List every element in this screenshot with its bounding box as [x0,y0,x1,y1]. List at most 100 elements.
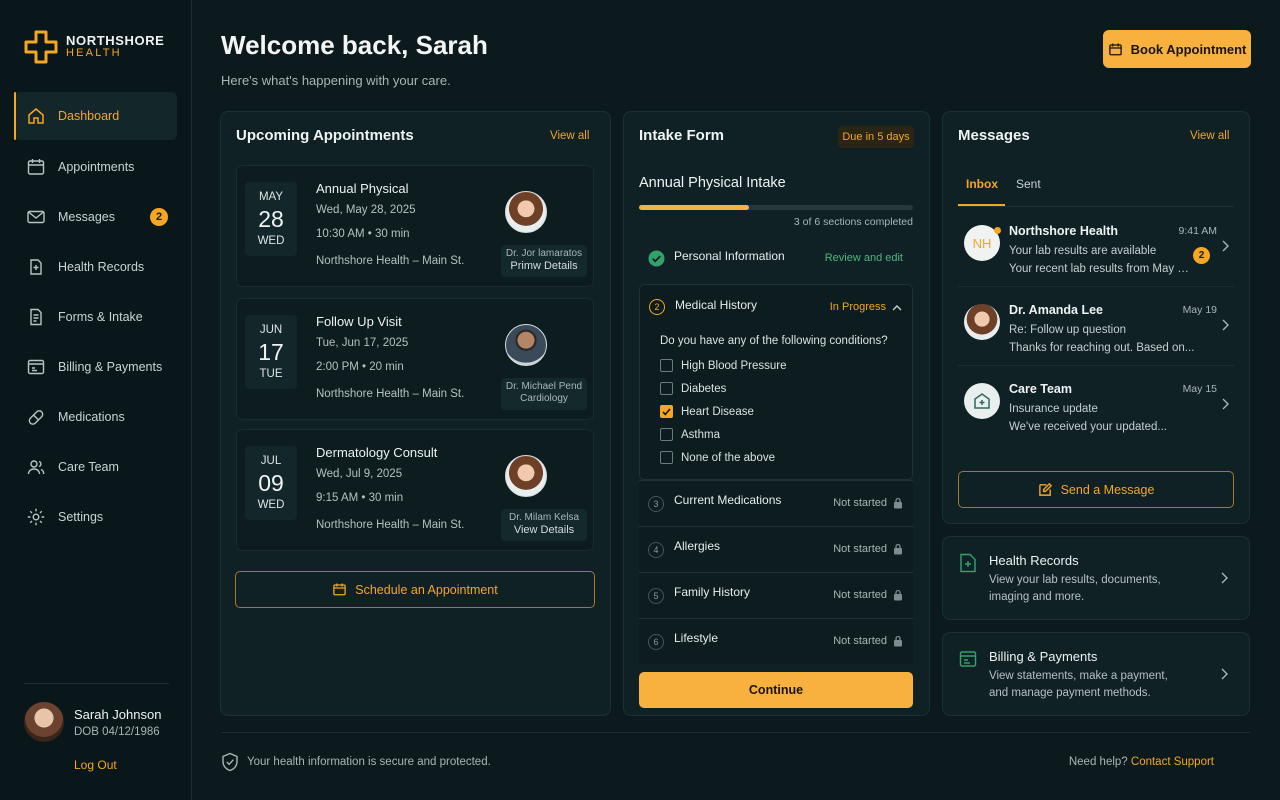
schedule-appointment-label: Schedule an Appointment [355,582,498,597]
review-edit-link[interactable]: Review and edit [825,252,903,264]
sidebar-item-settings[interactable]: Settings [14,492,177,542]
send-message-button[interactable]: Send a Message [958,471,1234,508]
sidebar-item-appointments[interactable]: Appointments [14,142,177,192]
condition-checkbox[interactable]: None of the above [660,451,775,464]
appointment-title: Annual Physical [316,181,409,196]
sidebar-nav: Dashboard Appointments Messages 2 Health… [14,92,177,542]
sidebar-item-messages[interactable]: Messages 2 [14,192,177,242]
intake-section-family-history[interactable]: 5 Family History Not started [639,572,913,618]
condition-checkbox[interactable]: Asthma [660,428,720,441]
brand-name: NORTHSHORE [66,33,165,48]
edit-icon [1038,482,1052,496]
section-status-locked: Not started [833,497,903,509]
health-records-card[interactable]: Health Records View your lab results, do… [942,536,1250,620]
user-name: Sarah Johnson [74,706,162,722]
quick-link-description: View statements, make a payment, and man… [989,670,1168,699]
contact-support-link[interactable]: Contact Support [1131,756,1214,768]
tab-inbox[interactable]: Inbox [966,177,998,191]
messages-title: Messages [958,127,1030,144]
doctor-avatar [505,455,547,497]
intake-title: Intake Form [639,127,725,144]
condition-question: Do you have any of the following conditi… [660,335,888,347]
calendar-icon [1108,43,1122,55]
quick-link-title: Health Records [989,553,1079,568]
calendar-icon [27,159,45,175]
condition-checkbox[interactable]: Heart Disease [660,405,754,418]
security-text: Your health information is secure and pr… [247,756,491,768]
section-toggle[interactable]: In Progress [830,301,902,313]
message-item[interactable]: Dr. Amanda Lee May 19 Re: Follow up ques… [958,287,1234,366]
calendar-icon [333,583,347,596]
logout-link[interactable]: Log Out [74,758,117,772]
help-label: Need help? [1068,756,1128,768]
appointments-title: Upcoming Appointments [236,127,414,144]
sidebar-item-health-records[interactable]: Health Records [14,242,177,292]
sidebar-divider [24,683,169,684]
view-details-button[interactable]: Dr. Michael Pend Cardiology [501,378,587,410]
message-time: May 15 [1182,383,1217,395]
appointment-location: Northshore Health – Main St. [316,255,465,267]
tab-sent[interactable]: Sent [1016,177,1041,191]
section-number: 3 [648,496,664,512]
section-name: Medical History [675,298,758,312]
brand-logo[interactable]: NORTHSHORE HEALTH [24,30,164,64]
appointment-card[interactable]: MAY 28 WED Annual Physical Wed, May 28, … [236,165,594,287]
sidebar-item-care-team[interactable]: Care Team [14,442,177,492]
section-status: Not started [833,543,887,555]
sidebar-item-label: Health Records [58,260,145,274]
messages-view-all-link[interactable]: View all [1190,130,1229,142]
lock-icon [894,543,902,555]
care-team-icon [974,393,990,409]
billing-card[interactable]: Billing & Payments View statements, make… [942,632,1250,716]
appointment-card[interactable]: JUL 09 WED Dermatology Consult Wed, Jul … [236,429,594,551]
intake-section-lifestyle[interactable]: 6 Lifestyle Not started [639,618,913,664]
gear-icon [27,508,45,526]
message-subject: Re: Follow up question [1009,324,1126,336]
message-sender: Northshore Health [1009,224,1119,238]
section-number: 2 [649,299,665,315]
view-details-button[interactable]: Dr. Milam Kelsa View Details [501,509,587,541]
security-note: Your health information is secure and pr… [221,752,491,772]
sidebar-item-dashboard[interactable]: Dashboard [14,92,177,140]
sidebar-item-forms[interactable]: Forms & Intake [14,292,177,342]
appointments-view-all-link[interactable]: View all [550,130,589,142]
appointment-date: JUN 17 TUE [245,315,297,389]
intake-section-medications[interactable]: 3 Current Medications Not started [639,480,913,526]
section-status: Not started [833,497,887,509]
section-status: Not started [833,589,887,601]
doctor-specialty: Cardiology [520,393,568,404]
book-appointment-button[interactable]: Book Appointment [1103,30,1251,68]
user-profile[interactable]: Sarah Johnson DOB 04/12/1986 [24,702,161,742]
continue-button[interactable]: Continue [639,672,913,708]
appointment-date-text: Tue, Jun 17, 2025 [316,337,409,349]
appointment-card[interactable]: JUN 17 TUE Follow Up Visit Tue, Jun 17, … [236,298,594,420]
appointment-month: JUN [259,324,283,336]
page-title: Welcome back, Sarah [221,30,488,60]
section-name: Current Medications [674,493,782,507]
sidebar-item-billing[interactable]: Billing & Payments [14,342,177,392]
message-subject: Your lab results are available [1009,245,1157,257]
chevron-right-icon [1221,668,1228,680]
intake-section-allergies[interactable]: 4 Allergies Not started [639,526,913,572]
sidebar-item-label: Appointments [58,160,135,174]
intake-section-personal[interactable]: Personal Information Review and edit [639,240,913,278]
appointment-time: 9:15 AM • 30 min [316,492,404,504]
section-name: Allergies [674,539,721,553]
message-item[interactable]: Care Team May 15 Insurance update We've … [958,366,1234,445]
condition-checkbox[interactable]: High Blood Pressure [660,359,786,372]
appointment-time: 2:00 PM • 20 min [316,361,404,373]
sidebar-item-label: Care Team [58,460,119,474]
unread-badge: 2 [150,208,168,226]
sidebar-item-medications[interactable]: Medications [14,392,177,442]
chevron-right-icon [1222,240,1229,252]
view-details-button[interactable]: Dr. Jor lamaratos Primw Details [501,245,587,277]
schedule-appointment-button[interactable]: Schedule an Appointment [235,571,595,608]
doctor-avatar [505,324,547,366]
condition-checkbox[interactable]: Diabetes [660,382,726,395]
message-item[interactable]: NH Northshore Health 9:41 AM Your lab re… [958,208,1234,287]
appointment-title: Follow Up Visit [316,314,402,329]
section-number: 5 [648,588,664,604]
section-name: Personal Information [674,249,785,263]
section-name: Lifestyle [674,631,719,645]
sender-avatar [964,304,1000,340]
